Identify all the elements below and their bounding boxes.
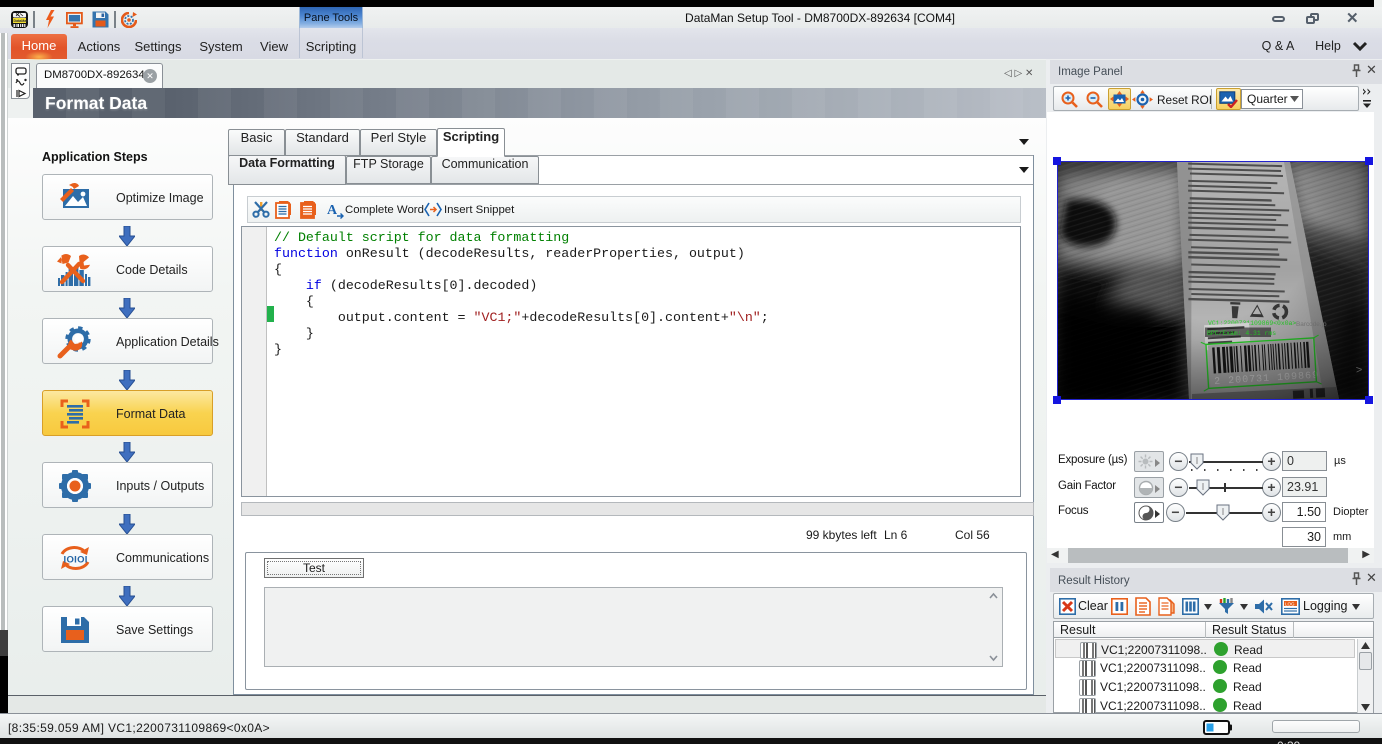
svg-text:DataMan: DataMan [14,19,29,23]
svg-text:A: A [327,203,338,218]
svg-text:IOIOI: IOIOI [64,555,88,566]
svg-text:LOG: LOG [1285,602,1295,607]
